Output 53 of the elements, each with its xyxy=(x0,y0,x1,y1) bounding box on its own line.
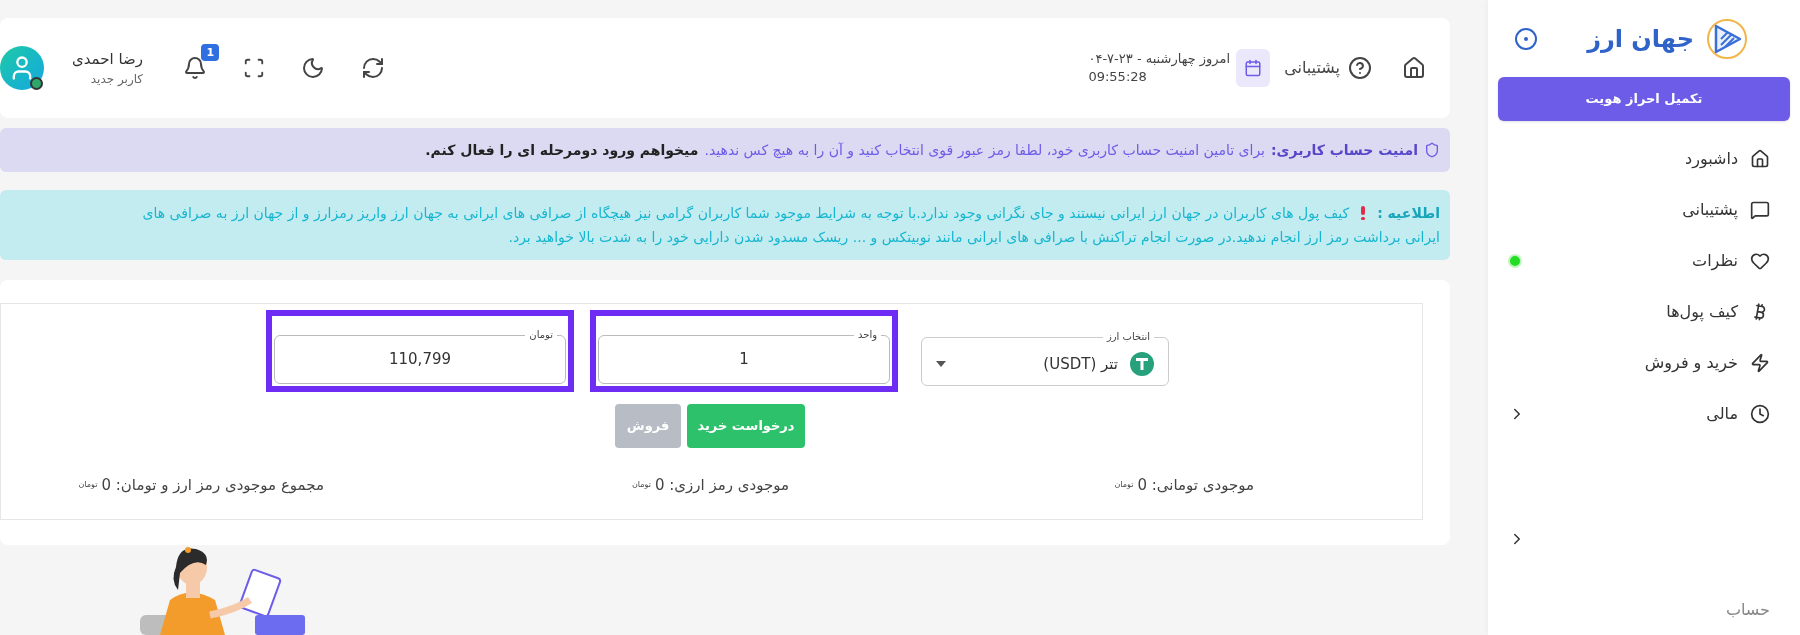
field-value: 110,799 xyxy=(388,349,452,371)
alert-title: اطلاعیه : xyxy=(1377,204,1440,223)
select-label: انتخاب ارز xyxy=(1105,330,1151,344)
clock-icon xyxy=(1750,403,1770,424)
alert-text: ایرانی برداشت رمز ارز انجام ندهید.در صورت انجام تراکنش با صرافی های ایرانی مانند نوبیتکس و ... ریسک مسدود شدن دارایی خود را به شدت بالا خواهید برد. xyxy=(508,228,1440,248)
fullscreen-icon[interactable] xyxy=(243,57,266,79)
sidebar-item[interactable]: داشبورد xyxy=(1685,146,1738,171)
support-link[interactable]: پشتیبانی xyxy=(1284,56,1340,80)
balance-text: مجموع موجودی رمز ارز و تومان: 0 xyxy=(101,475,324,496)
exclamation-icon xyxy=(1361,206,1366,220)
verify-identity-button[interactable]: تکمیل احراز هویت xyxy=(1498,77,1790,121)
clock-text: 09:55:28 xyxy=(1088,68,1147,86)
field-value: 1 xyxy=(738,349,750,371)
sidebar-item[interactable]: پشتیبانی xyxy=(1682,197,1738,222)
balance-text: موجودی تومانی: 0 xyxy=(1137,475,1254,496)
help-icon[interactable] xyxy=(1348,56,1372,80)
sidebar-item[interactable]: مالی xyxy=(1706,401,1738,426)
lightning-icon xyxy=(1750,352,1770,373)
notification-badge: 1 xyxy=(201,44,220,61)
target-icon[interactable] xyxy=(1514,26,1538,51)
moon-icon[interactable] xyxy=(301,56,326,80)
field-label: واحد xyxy=(856,328,878,342)
home-icon xyxy=(1750,148,1770,169)
toman-sign: تومان xyxy=(631,481,651,490)
sidebar-item[interactable]: کیف پول‌ها xyxy=(1666,299,1738,324)
user-name: رضا احمدی xyxy=(72,48,144,70)
two-factor-link[interactable]: میخواهم ورود دومرحله ای را فعال کنم. xyxy=(425,138,699,162)
field-label: تومان xyxy=(528,328,554,342)
user-role: کاربر جدید xyxy=(89,71,144,89)
heart-icon xyxy=(1750,250,1770,271)
toman-sign: تومان xyxy=(78,481,98,490)
dropdown-caret-icon xyxy=(936,361,946,367)
sidebar-item[interactable]: نظرات xyxy=(1692,248,1738,273)
tether-icon xyxy=(1130,352,1154,376)
refresh-icon[interactable] xyxy=(361,56,386,80)
logo-icon xyxy=(1706,17,1748,60)
brand-name: جهان ارز xyxy=(1587,23,1694,55)
calendar-icon xyxy=(1236,49,1271,87)
balance-text: موجودی رمز ارزی: 0 xyxy=(654,475,789,496)
alert-text: برای تامین امنیت حساب کاربری خود، لطفا رمز عبور قوی انتخاب کنید و آن را به هیچ کس ندهید. xyxy=(704,141,1265,161)
sidebar-item[interactable]: خرید و فروش xyxy=(1644,350,1738,375)
date-text: امروز چهارشنبه - ۲۳-۷-۰۴ xyxy=(1088,50,1231,68)
select-value: تتر (USDT) xyxy=(1043,353,1118,375)
shield-icon xyxy=(1424,142,1440,158)
sidebar-item[interactable]: حساب xyxy=(1725,597,1770,622)
toman-sign: تومان xyxy=(1114,481,1134,490)
home-icon[interactable] xyxy=(1402,56,1426,80)
avatar[interactable] xyxy=(0,46,44,90)
alert-text: کیف پول های کاربران در جهان ارز ایرانی نیستند و جای نگرانی وجود ندارد.با توجه به شرایط موجود شما کاربران گرامی نیز هیچگاه از صرافی های ایرانی به جهان ارز واریز رمزارز و از جهان ارز به صرافی های xyxy=(142,204,1350,224)
currency-select[interactable]: انتخاب ارز تتر (USDT) xyxy=(921,330,1169,386)
message-icon xyxy=(1750,199,1770,220)
alert-title: امنیت حساب کاربری: xyxy=(1271,141,1418,161)
bell-icon[interactable] xyxy=(183,56,208,80)
